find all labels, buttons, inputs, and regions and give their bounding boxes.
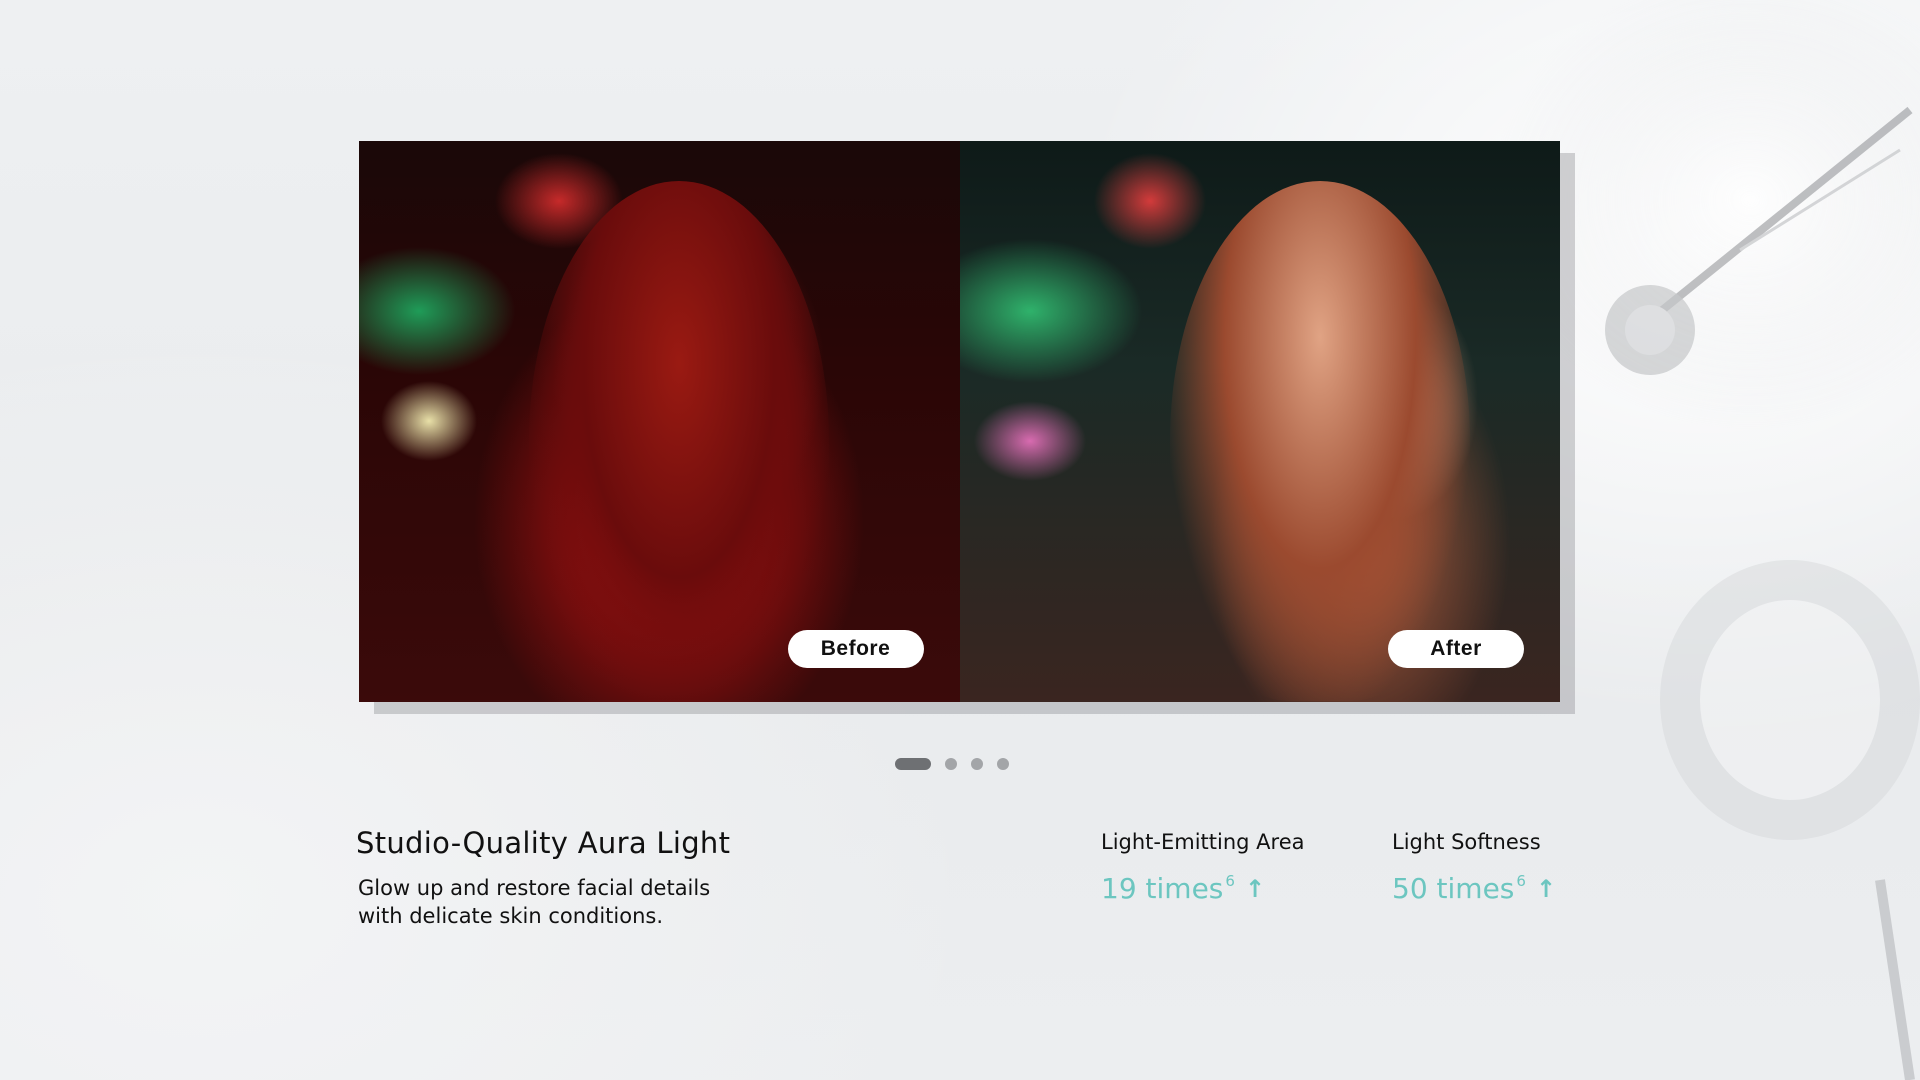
stat-light-emitting-area: Light-Emitting Area 19 times 6 ↑ [1101,830,1305,905]
feature-slide: Before After Studio-Quality Aura Light G… [0,0,1920,1080]
description-line: Glow up and restore facial details [358,876,711,900]
before-after-comparison: Before After [359,141,1560,702]
portrait-subject [529,181,829,701]
carousel-pagination [895,758,1009,770]
pagination-dot-2[interactable] [945,758,957,770]
stat-value: 50 times 6 ↑ [1392,872,1556,905]
stat-value: 19 times 6 ↑ [1101,872,1305,905]
arrow-up-icon: ↑ [1244,875,1266,903]
feature-description: Glow up and restore facial details with … [358,874,818,930]
pagination-dot-3[interactable] [971,758,983,770]
before-photo: Before [359,141,960,702]
portrait-subject [1169,181,1470,701]
stat-label: Light Softness [1392,830,1541,854]
arrow-up-icon: ↑ [1535,875,1557,903]
before-label: Before [787,630,924,668]
pagination-dot-1[interactable] [895,758,931,770]
after-photo: After [959,141,1560,702]
stat-number: 50 times [1392,872,1515,905]
stat-number: 19 times [1101,872,1224,905]
after-label: After [1388,630,1524,668]
stat-label: Light-Emitting Area [1101,830,1305,854]
stat-light-softness: Light Softness 50 times 6 ↑ [1392,830,1556,905]
studio-light-illustration [1500,0,1920,1080]
footnote-marker: 6 [1225,872,1235,890]
pagination-dot-4[interactable] [997,758,1009,770]
description-line: with delicate skin conditions. [358,904,664,928]
footnote-marker: 6 [1516,872,1526,890]
feature-title: Studio-Quality Aura Light [356,826,731,860]
